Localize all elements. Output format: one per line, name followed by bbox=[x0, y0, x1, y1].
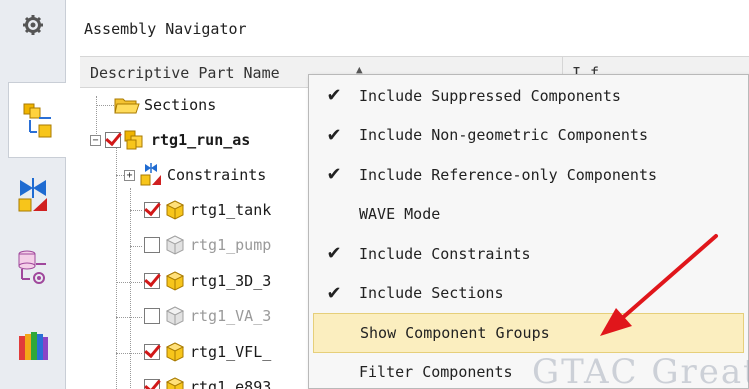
annotation-arrow-icon bbox=[600, 234, 718, 336]
watermark: GTAC Great bbox=[532, 352, 749, 389]
